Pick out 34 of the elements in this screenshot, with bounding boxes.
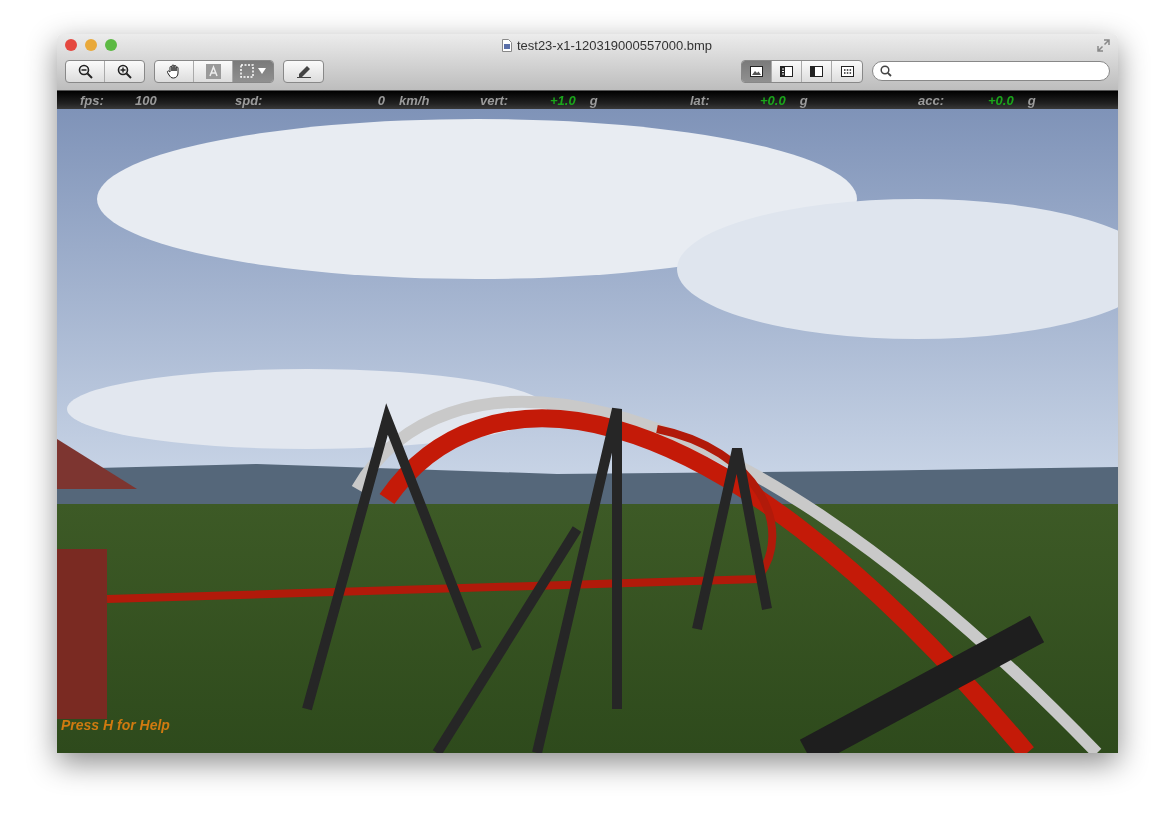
stat-unit: g <box>589 92 598 108</box>
stat-value: +1.0 <box>550 92 576 108</box>
stat-unit: km/h <box>399 92 430 108</box>
zoom-in-icon <box>117 63 132 79</box>
stat-label: spd: <box>235 92 264 108</box>
help-hint: Press H for Help <box>61 717 170 733</box>
zoom-out-icon <box>77 63 93 79</box>
search-field[interactable] <box>872 61 1110 81</box>
stat-label: acc: <box>918 92 946 108</box>
stat-label: lat: <box>690 92 711 108</box>
stat-label: vert: <box>480 92 510 108</box>
close-button[interactable] <box>65 39 77 51</box>
stat-label: fps: <box>80 92 105 108</box>
stat-unit: g <box>1027 92 1036 108</box>
hand-icon <box>166 63 182 79</box>
window-title: test23-x1-120319000557000.bmp <box>516 37 713 53</box>
fullscreen-icon[interactable] <box>1097 38 1110 52</box>
grid-icon <box>840 65 854 77</box>
stat-value: 100 <box>135 92 157 108</box>
stat-value: 0 <box>376 92 385 108</box>
stat-value: +0.0 <box>988 92 1014 108</box>
stat-unit: g <box>799 92 808 108</box>
caret-icon <box>258 68 266 74</box>
sidebar-icon <box>810 65 823 77</box>
picture-icon <box>750 65 763 77</box>
search-icon <box>880 65 892 77</box>
text-tool-icon <box>205 63 221 79</box>
pencil-icon <box>295 64 312 78</box>
select-tool-button[interactable] <box>233 60 273 82</box>
stat-value: +0.0 <box>760 92 786 108</box>
document-icon <box>501 38 512 52</box>
content-view-button[interactable] <box>742 60 772 82</box>
sidebar-icon <box>780 65 793 77</box>
selection-icon <box>240 64 254 78</box>
